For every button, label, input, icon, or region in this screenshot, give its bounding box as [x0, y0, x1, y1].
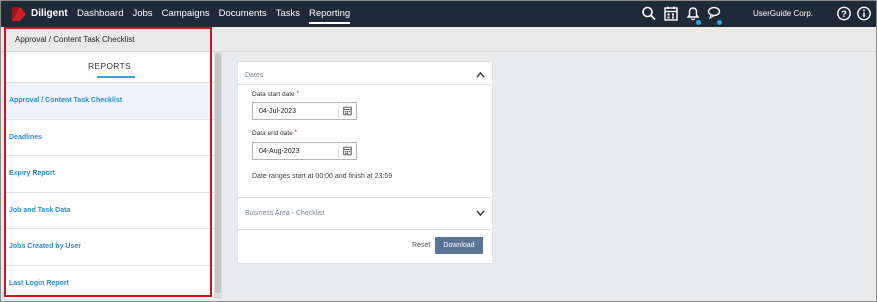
end-date-value: 04-Aug-2023 [259, 148, 300, 155]
sidebar-scroll-thumb[interactable] [215, 53, 221, 293]
report-item-last-login[interactable]: Last Login Report [5, 264, 214, 301]
divider [238, 229, 492, 230]
report-item-deadlines[interactable]: Deadlines [5, 118, 214, 156]
message-dot [717, 20, 722, 25]
reports-sidebar: REPORTS Approval / Content Task Checklis… [5, 52, 214, 299]
tab-reports-label: REPORTS [87, 61, 132, 71]
notification-dot [696, 20, 701, 25]
report-item-expiry-report[interactable]: Expiry Report [5, 155, 214, 192]
download-button[interactable]: Download [435, 237, 483, 254]
reset-button[interactable]: Reset [412, 242, 430, 249]
page-title: Approval / Content Task Checklist [15, 35, 135, 44]
nav-dashboard[interactable]: Dashboard [77, 1, 123, 27]
nav-tasks[interactable]: Tasks [276, 1, 300, 27]
tab-active-indicator [97, 76, 135, 78]
start-date-value: 04-Jul-2023 [259, 108, 296, 115]
date-range-note: Date ranges start at 00:00 and finish at… [252, 173, 393, 180]
report-item-label: Expiry Report [9, 170, 55, 178]
start-date-input[interactable]: 04-Jul-2023 [252, 102, 357, 120]
top-nav-bar: Diligent Dashboard Jobs Campaigns Docume… [1, 1, 876, 27]
brand-name: Diligent [31, 8, 68, 19]
nav-campaigns[interactable]: Campaigns [162, 1, 210, 27]
report-item-label: Deadlines [9, 133, 43, 141]
nav-jobs[interactable]: Jobs [132, 1, 152, 27]
report-item-job-task-data[interactable]: Job and Task Data [5, 191, 214, 229]
company-name[interactable]: UserGuide Corp. [753, 9, 813, 18]
nav-documents[interactable]: Documents [219, 1, 267, 27]
help-icon[interactable]: ? [836, 5, 852, 22]
report-item-label: Job and Task Data [9, 206, 71, 214]
divider [238, 84, 492, 85]
calendar-icon[interactable] [663, 5, 679, 22]
dates-section-title[interactable]: Dates [245, 72, 263, 79]
required-mark: * [294, 130, 297, 136]
report-item-approval-checklist[interactable]: Approval / Content Task Checklist [5, 82, 214, 119]
svg-text:?: ? [841, 9, 847, 19]
report-item-jobs-created-by-user[interactable]: Jobs Created by User [5, 228, 214, 265]
report-item-label: Approval / Content Task Checklist [9, 97, 123, 104]
info-icon[interactable] [856, 5, 872, 22]
report-item-label: Last Login Report [9, 279, 69, 287]
report-params-card: Dates Data start date * 04-Jul-2023 Data… [238, 62, 492, 263]
report-list: Approval / Content Task Checklist Deadli… [5, 82, 214, 301]
app-window: Diligent Dashboard Jobs Campaigns Docume… [0, 0, 877, 302]
divider [238, 197, 492, 198]
chevron-up-icon[interactable] [476, 71, 485, 78]
start-date-label: Data start date * [252, 91, 299, 98]
start-date-label-text: Data start date [252, 91, 295, 98]
end-date-label-text: Data end date [252, 130, 293, 137]
end-date-input[interactable]: 04-Aug-2023 [252, 142, 357, 160]
nav-reporting[interactable]: Reporting [308, 1, 351, 27]
search-icon[interactable] [641, 5, 657, 22]
calendar-picker-icon[interactable] [338, 143, 356, 159]
main-nav: Dashboard Jobs Campaigns Documents Tasks… [77, 1, 359, 27]
tab-reports[interactable]: REPORTS [5, 52, 214, 82]
chevron-down-icon[interactable] [476, 210, 485, 217]
end-date-label: Data end date * [252, 130, 297, 137]
page-header: Approval / Content Task Checklist [1, 27, 876, 52]
diligent-logo-icon [12, 7, 26, 21]
report-item-label: Jobs Created by User [9, 243, 81, 251]
business-area-section-title[interactable]: Business Area - Checklist [245, 210, 324, 217]
required-mark: * [296, 91, 299, 97]
calendar-picker-icon[interactable] [338, 103, 356, 119]
